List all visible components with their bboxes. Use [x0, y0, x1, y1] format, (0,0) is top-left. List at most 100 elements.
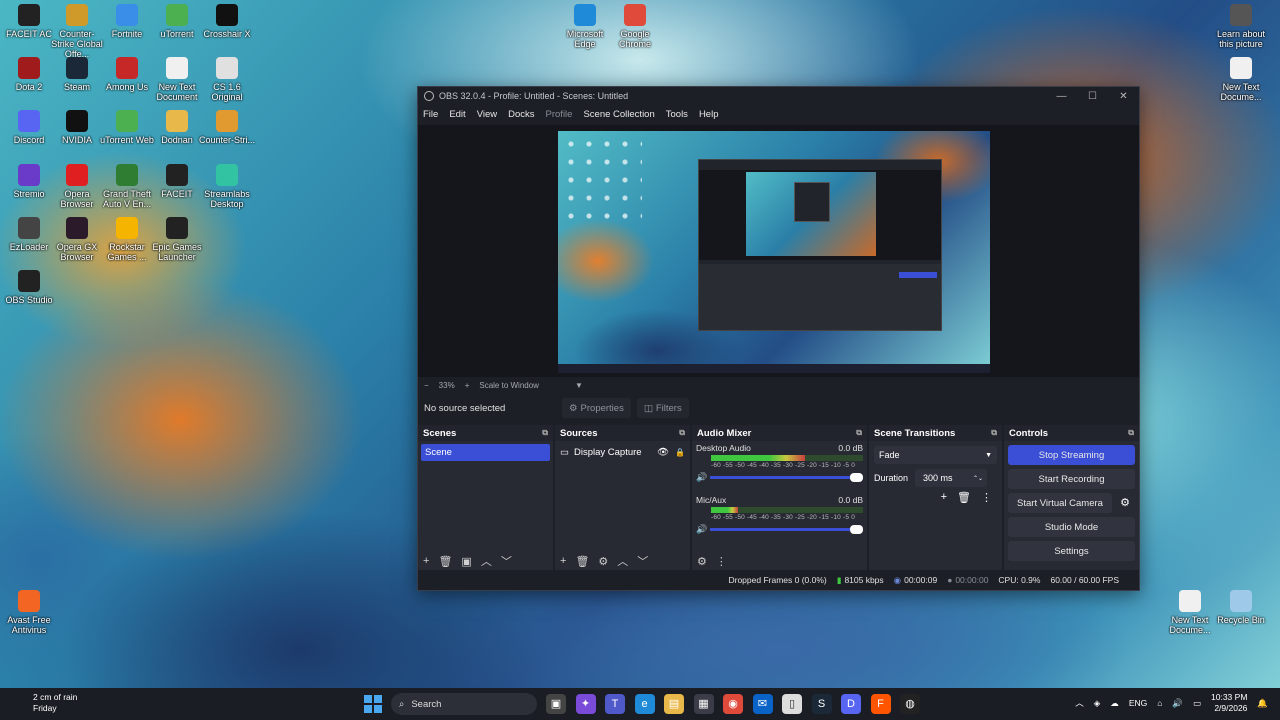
- studio-mode-button[interactable]: Studio Mode: [1008, 517, 1135, 537]
- undock-icon[interactable]: ⧉: [542, 428, 548, 438]
- preview-canvas[interactable]: [558, 131, 990, 373]
- desktop-icon-counter-strike[interactable]: Counter-Stri...: [198, 110, 256, 145]
- volume-knob[interactable]: [850, 473, 863, 482]
- scene-item[interactable]: Scene: [421, 444, 550, 461]
- move-source-up-button[interactable]: ︿: [617, 553, 628, 569]
- weather-line1: 2 cm of rain: [33, 692, 78, 702]
- source-properties-button[interactable]: ⚙: [598, 555, 608, 568]
- teams-icon[interactable]: T: [605, 694, 625, 714]
- close-button[interactable]: ✕: [1108, 91, 1139, 102]
- menu-scene-collection[interactable]: Scene Collection: [583, 109, 654, 120]
- windows-start-icon[interactable]: [364, 695, 382, 713]
- minimize-button[interactable]: —: [1046, 91, 1077, 102]
- zoom-in-button[interactable]: +: [465, 381, 470, 390]
- volume-slider[interactable]: [710, 473, 863, 482]
- menu-profile[interactable]: Profile: [546, 109, 573, 120]
- obs-titlebar[interactable]: OBS 32.0.4 - Profile: Untitled - Scenes:…: [418, 87, 1139, 105]
- maximize-button[interactable]: ☐: [1077, 91, 1108, 102]
- preview-desktop-icons: [562, 135, 642, 225]
- speaker-icon[interactable]: 🔊: [696, 524, 710, 535]
- scene-filters-button[interactable]: ▣: [461, 555, 471, 568]
- menu-file[interactable]: File: [423, 109, 438, 120]
- menu-docks[interactable]: Docks: [508, 109, 534, 120]
- remove-source-button[interactable]: 🗑: [575, 555, 589, 568]
- undock-icon[interactable]: ⧉: [991, 428, 997, 438]
- taskbar-search[interactable]: ⌕ Search: [391, 693, 537, 715]
- undock-icon[interactable]: ⧉: [1128, 428, 1134, 438]
- chrome-icon[interactable]: ◉: [723, 694, 743, 714]
- move-source-down-button[interactable]: ﹀: [637, 553, 648, 569]
- advanced-audio-button[interactable]: ⚙: [697, 555, 707, 568]
- preview-area[interactable]: [418, 125, 1139, 377]
- source-item[interactable]: ▭ Display Capture 👁 🔒: [560, 445, 685, 459]
- file-explorer-icon[interactable]: ▤: [664, 694, 684, 714]
- visibility-eye-icon[interactable]: 👁: [657, 447, 669, 458]
- menu-help[interactable]: Help: [699, 109, 719, 120]
- clock[interactable]: 10:33 PM 2/9/2026: [1211, 692, 1247, 714]
- add-transition-button[interactable]: +: [941, 491, 947, 504]
- monitor-icon: ▭: [560, 446, 569, 458]
- speaker-icon[interactable]: 🔊: [696, 472, 710, 483]
- network-icon[interactable]: ⌂: [1157, 698, 1162, 708]
- remove-transition-button[interactable]: 🗑: [957, 491, 971, 504]
- settings-button[interactable]: Settings: [1008, 541, 1135, 561]
- store-icon[interactable]: ▦: [693, 694, 714, 714]
- zoom-out-button[interactable]: −: [424, 381, 429, 390]
- start-recording-button[interactable]: Start Recording: [1008, 469, 1135, 489]
- date: 2/9/2026: [1214, 703, 1248, 713]
- start-virtual-camera-button[interactable]: Start Virtual Camera: [1008, 493, 1112, 513]
- stepper-icon[interactable]: ⌃⌄: [973, 475, 983, 482]
- transition-select[interactable]: Fade ▼: [874, 446, 997, 464]
- edge-icon[interactable]: e: [634, 694, 655, 714]
- desktop-icon-text-file[interactable]: New Text Docume...: [1212, 57, 1270, 102]
- outlook-icon[interactable]: ✉: [752, 694, 773, 714]
- tray-app-icon[interactable]: ◈: [1094, 698, 1101, 709]
- menu-tools[interactable]: Tools: [666, 109, 688, 120]
- language-indicator[interactable]: ENG: [1129, 698, 1147, 708]
- chevron-up-icon[interactable]: ︿: [1075, 697, 1084, 709]
- add-scene-button[interactable]: +: [423, 555, 429, 567]
- desktop-icon-text-file[interactable]: New Text Docume...: [1161, 590, 1219, 635]
- desktop-icon-crosshair[interactable]: Crosshair X: [198, 4, 256, 39]
- notification-bell-icon[interactable]: 🔔: [1257, 698, 1268, 709]
- desktop-icon-chrome[interactable]: Google Chrome: [606, 4, 664, 49]
- volume-knob[interactable]: [850, 525, 863, 534]
- copilot-icon[interactable]: ✦: [575, 694, 596, 714]
- undock-icon[interactable]: ⧉: [856, 428, 862, 438]
- tray-cloud-icon[interactable]: ☁: [1110, 698, 1119, 709]
- add-source-button[interactable]: +: [560, 555, 566, 567]
- notepad-icon[interactable]: ▯: [782, 694, 802, 714]
- obs-icon[interactable]: ◍: [900, 694, 920, 714]
- desktop-icon-avast[interactable]: Avast Free Antivirus: [0, 590, 58, 635]
- faceit-icon[interactable]: F: [870, 694, 891, 714]
- properties-button[interactable]: ⚙ Properties: [562, 398, 631, 418]
- desktop-icon-camera[interactable]: Learn about this picture: [1212, 4, 1270, 49]
- move-scene-up-button[interactable]: ︿: [481, 553, 492, 569]
- move-scene-down-button[interactable]: ﹀: [501, 553, 512, 569]
- battery-icon[interactable]: ▭: [1193, 698, 1201, 709]
- desktop-icon-recycle-bin[interactable]: Recycle Bin: [1212, 590, 1270, 625]
- volume-icon[interactable]: 🔊: [1172, 698, 1183, 709]
- task-view-icon[interactable]: ▣: [546, 694, 566, 714]
- remove-scene-button[interactable]: 🗑: [438, 555, 452, 568]
- discord-icon[interactable]: D: [841, 694, 861, 714]
- desktop-icon-epic[interactable]: Epic Games Launcher: [148, 217, 206, 262]
- mixer-menu-button[interactable]: ⋮: [716, 555, 727, 568]
- volume-slider[interactable]: [710, 525, 863, 534]
- weather-widget[interactable]: 2 cm of rain Friday: [14, 692, 77, 714]
- duration-input[interactable]: 300 ms ⌃⌄: [915, 469, 988, 487]
- undock-icon[interactable]: ⧉: [679, 428, 685, 438]
- chevron-down-icon[interactable]: ▼: [575, 381, 583, 390]
- desktop-icon-streamlabs[interactable]: Streamlabs Desktop: [198, 164, 256, 209]
- lock-icon[interactable]: 🔒: [675, 448, 685, 457]
- scale-to-window-select[interactable]: Scale to Window: [479, 381, 539, 390]
- desktop-icon-cs16[interactable]: CS 1.6 Original: [198, 57, 256, 102]
- menu-edit[interactable]: Edit: [449, 109, 465, 120]
- desktop-icon-obs[interactable]: OBS Studio: [0, 270, 58, 305]
- gear-icon[interactable]: ⚙: [1115, 493, 1135, 513]
- filters-button[interactable]: ◫ Filters: [636, 398, 689, 418]
- transition-menu-button[interactable]: ⋮: [981, 491, 992, 504]
- menu-view[interactable]: View: [477, 109, 497, 120]
- steam-icon[interactable]: S: [811, 694, 832, 714]
- stop-streaming-button[interactable]: Stop Streaming: [1008, 445, 1135, 465]
